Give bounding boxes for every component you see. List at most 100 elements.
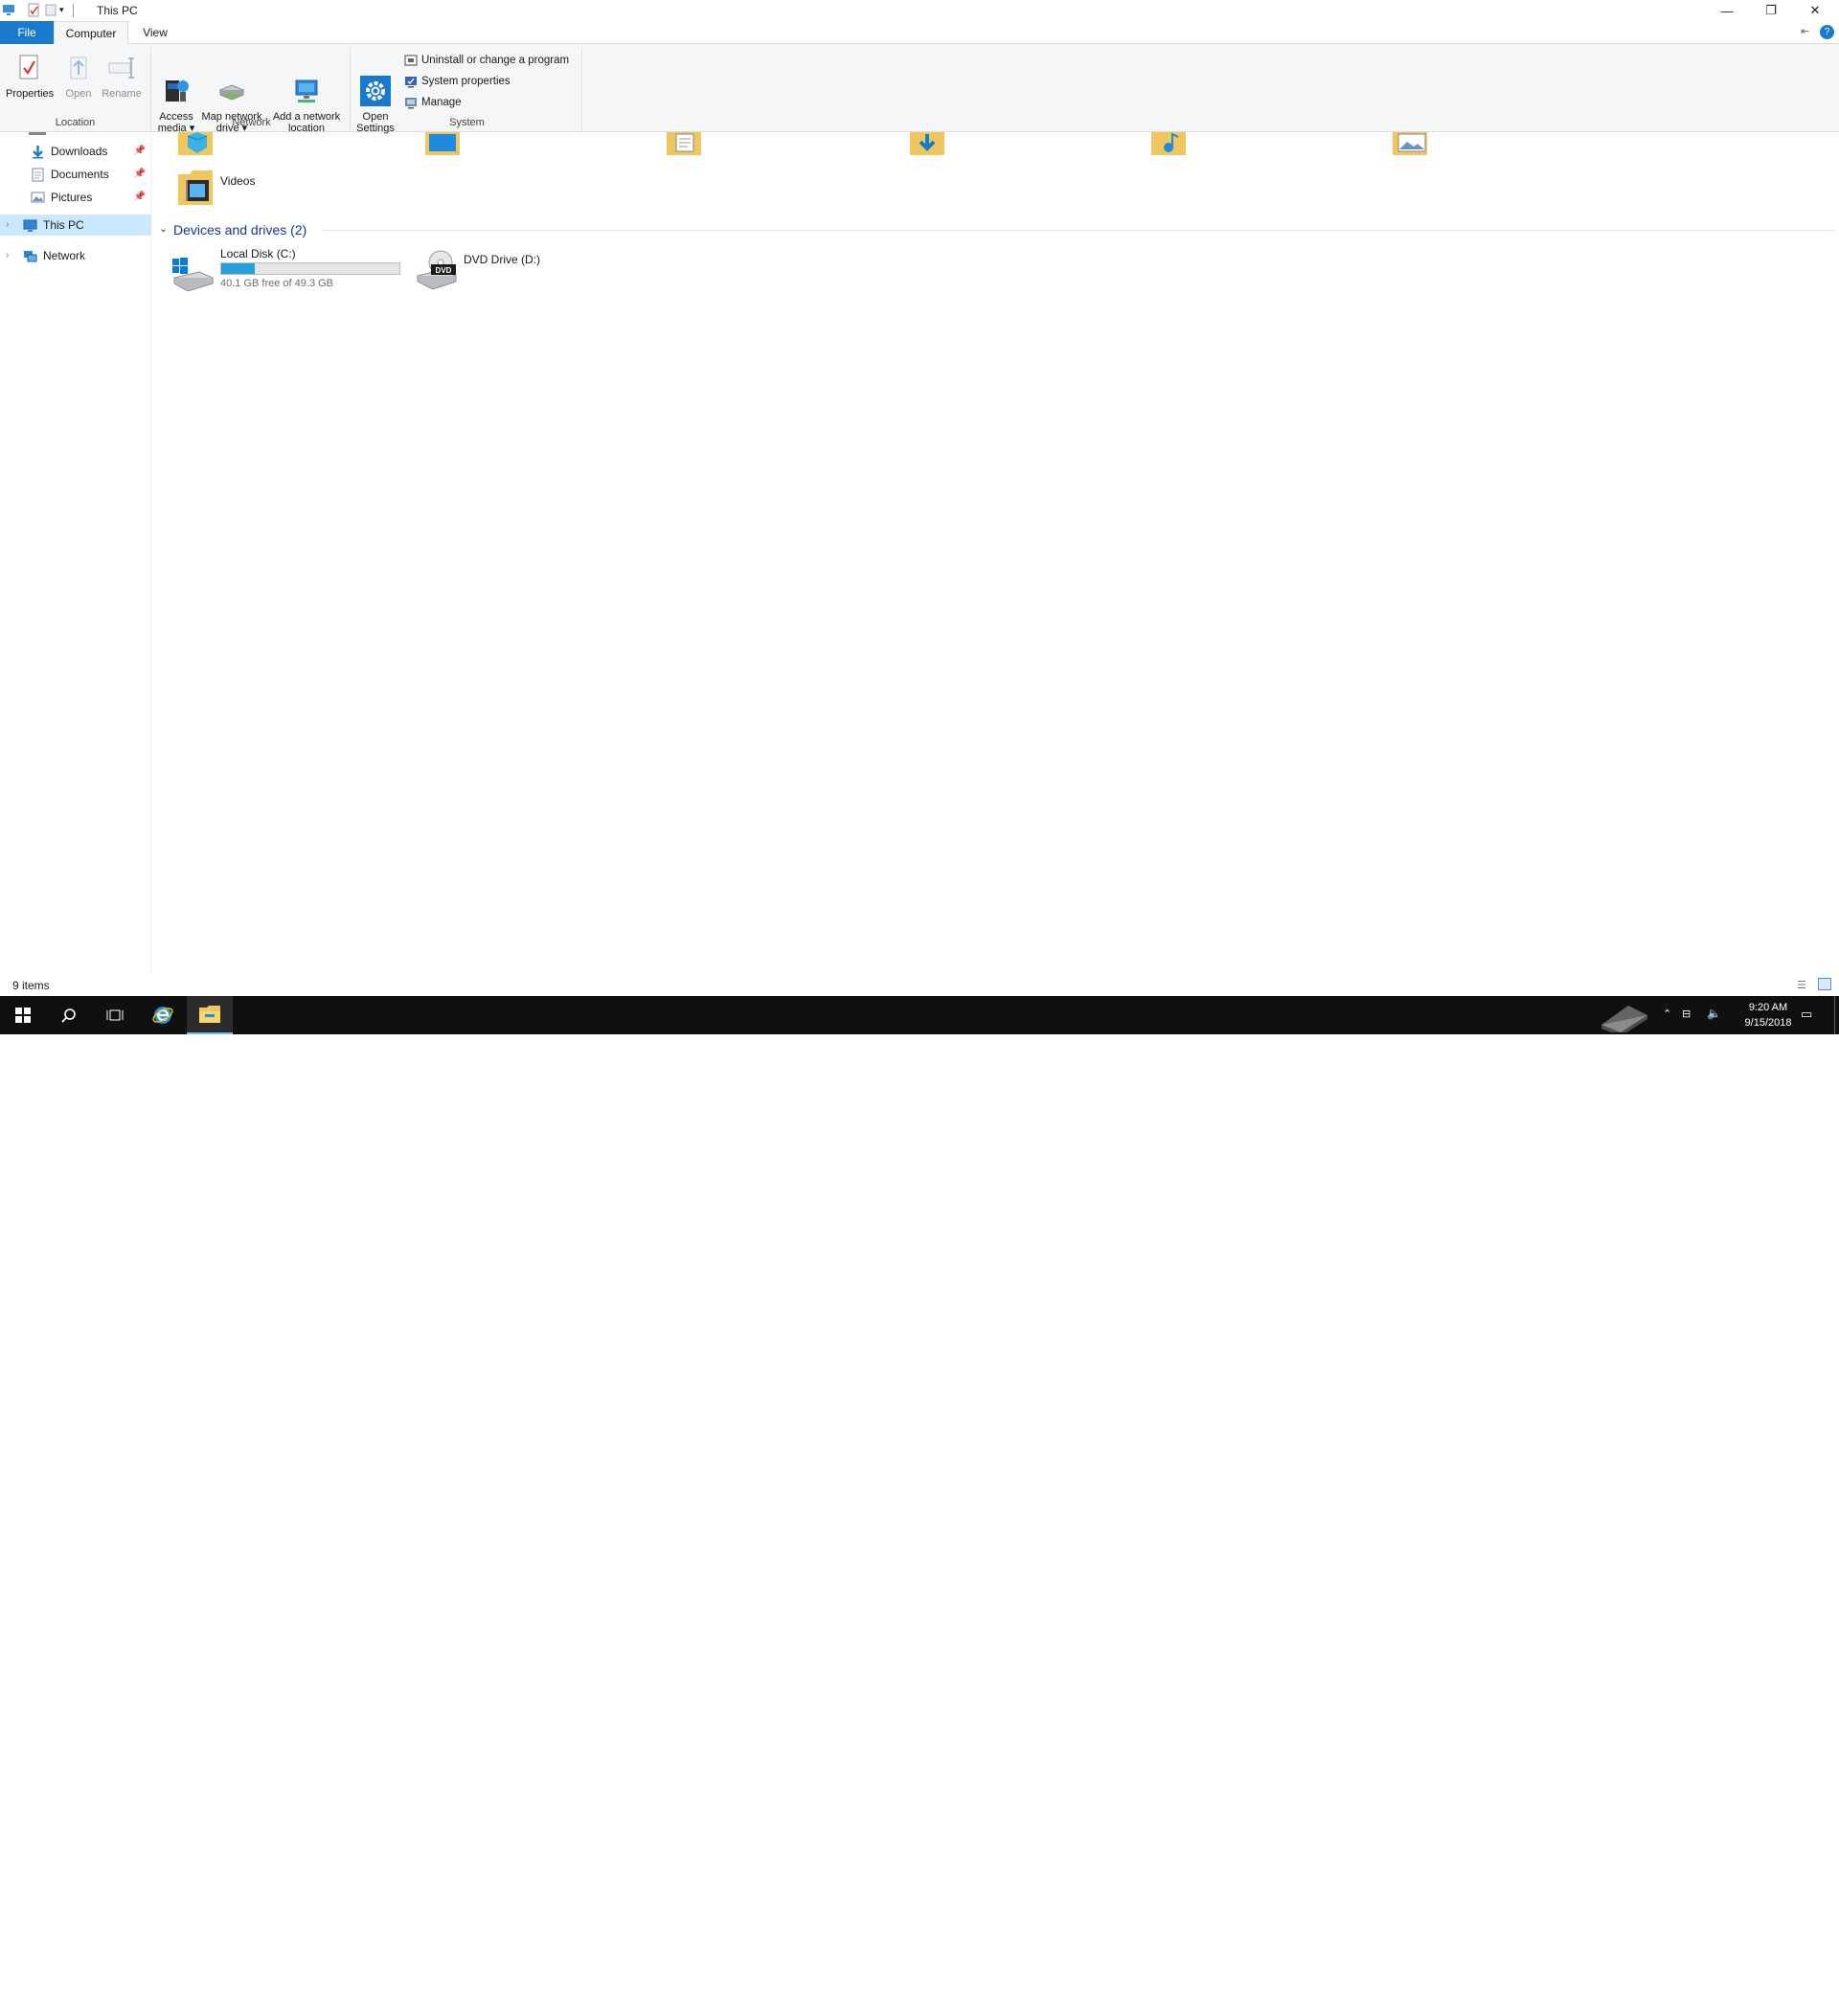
tab-file[interactable]: File	[0, 21, 54, 44]
dvd-drive-icon: DVD	[414, 249, 458, 290]
section-divider	[321, 230, 1834, 231]
minimize-button[interactable]: —	[1705, 0, 1749, 21]
taskbar: TheCollectionBook ⌃ ⊟ 🔈 9:20 AM 9/15/201…	[0, 996, 1839, 2016]
clock-date: 9/15/2018	[1744, 1017, 1792, 1029]
properties-label: Properties	[6, 88, 55, 100]
chevron-up-icon[interactable]: ⌃	[1663, 1008, 1671, 1020]
nav-item-documents[interactable]: Documents 📌	[0, 164, 151, 185]
uninstall-label: Uninstall or change a program	[421, 55, 570, 66]
system-properties-button[interactable]: System properties	[404, 73, 511, 90]
internet-explorer-icon[interactable]	[140, 996, 186, 1034]
pin-icon[interactable]: 📌	[134, 141, 146, 162]
location-group-label: Location	[55, 117, 96, 128]
content-pane: Videos ⌄ Devices and drives (2) Local Di…	[153, 132, 1839, 975]
pin-ribbon-icon[interactable]: ⇤	[1801, 25, 1809, 37]
window-title: This PC	[97, 4, 138, 17]
documents-icon	[31, 168, 45, 182]
file-explorer-taskbar-icon[interactable]	[187, 996, 233, 1034]
help-icon[interactable]: ?	[1820, 25, 1834, 39]
properties-button[interactable]: Properties	[6, 52, 55, 100]
pictures-icon	[31, 191, 45, 205]
network-drive-icon	[216, 63, 248, 101]
watermark-text: TheCollectionBook	[1657, 1997, 1813, 2016]
manage-label: Manage	[421, 97, 462, 108]
devices-section-label: Devices and drives (2)	[173, 222, 307, 238]
pin-icon[interactable]: 📌	[134, 187, 146, 208]
open-label: Open	[65, 88, 92, 100]
restore-button[interactable]: ❐	[1749, 0, 1793, 21]
pin-icon[interactable]: 📌	[134, 164, 146, 185]
properties-quick-icon[interactable]	[27, 3, 40, 17]
title-separator	[73, 4, 74, 17]
desktop-folder[interactable]	[423, 132, 462, 167]
large-icons-view-icon[interactable]	[1818, 978, 1831, 990]
properties-icon	[12, 52, 45, 84]
nav-item-downloads[interactable]: Downloads 📌	[0, 141, 151, 162]
network-location-icon	[290, 63, 323, 102]
taskbar-clock[interactable]: 9:20 AM 9/15/2018	[1737, 1000, 1799, 1031]
svg-text:DVD: DVD	[436, 266, 452, 275]
close-button[interactable]: ✕	[1793, 0, 1837, 21]
devices-section-header[interactable]: ⌄ Devices and drives (2)	[153, 220, 1834, 239]
tab-view[interactable]: View	[128, 21, 182, 44]
videos-folder-label: Videos	[220, 174, 256, 188]
notification-center-icon[interactable]: ▭	[1801, 1007, 1812, 1022]
volume-icon[interactable]: 🔈	[1707, 1007, 1721, 1020]
this-pc-icon	[23, 218, 37, 233]
new-folder-quick-icon[interactable]	[44, 3, 57, 17]
rename-icon	[105, 52, 138, 84]
drive-name: Local Disk (C:)	[220, 247, 296, 260]
ribbon: Properties Open Rename Location Access m…	[0, 44, 1839, 134]
network-group-label: Network	[232, 117, 271, 128]
videos-folder[interactable]	[176, 169, 215, 207]
nav-item-network[interactable]: › Network	[0, 245, 151, 266]
network-group: Access media ▾ Map network drive ▾ Add a…	[153, 48, 351, 134]
nav-item-pictures[interactable]: Pictures 📌	[0, 187, 151, 208]
access-media-icon	[160, 63, 193, 102]
download-arrow-icon	[31, 145, 45, 159]
pictures-folder[interactable]	[1391, 132, 1429, 167]
tab-computer[interactable]: Computer	[54, 21, 128, 44]
start-button[interactable]	[0, 996, 46, 1034]
chevron-down-icon[interactable]: ⌄	[159, 222, 168, 235]
drive-free-space: 40.1 GB free of 49.3 GB	[220, 278, 334, 289]
network-icon	[23, 249, 37, 263]
this-pc-icon	[2, 3, 15, 17]
location-group: Properties Open Rename Location	[0, 48, 151, 130]
downloads-folder[interactable]	[908, 132, 946, 167]
uninstall-program-button[interactable]: Uninstall or change a program	[404, 52, 569, 69]
open-button[interactable]: Open	[59, 52, 98, 100]
windows-drive-icon	[170, 253, 215, 292]
gear-icon	[359, 63, 392, 106]
show-desktop-button[interactable]	[1834, 996, 1835, 1034]
manage-icon	[404, 96, 418, 109]
music-folder[interactable]	[1149, 132, 1188, 167]
details-view-icon[interactable]: ☰	[1797, 979, 1806, 991]
nav-item-this-pc[interactable]: › This PC	[0, 215, 151, 236]
3d-objects-folder[interactable]	[176, 132, 215, 167]
nav-item-label: Downloads	[51, 145, 108, 158]
system-properties-icon	[404, 75, 418, 88]
ribbon-tabs: File Computer View ⇤ ?	[0, 21, 1839, 44]
drive-usage-bar	[220, 262, 400, 275]
title-bar: ▾ This PC — ❐ ✕	[0, 0, 1839, 21]
manage-button[interactable]: Manage	[404, 94, 462, 111]
chevron-right-icon[interactable]: ›	[6, 245, 9, 266]
book-logo-icon	[1598, 1000, 1651, 1036]
clock-time: 9:20 AM	[1748, 1002, 1788, 1013]
status-bar: 9 items ☰	[0, 975, 1839, 996]
item-count: 9 items	[12, 979, 50, 992]
uninstall-icon	[404, 54, 418, 67]
nav-item-label: This PC	[43, 218, 84, 232]
documents-folder[interactable]	[665, 132, 703, 167]
quick-access-dropdown-icon[interactable]: ▾	[59, 5, 73, 19]
task-view-icon[interactable]	[92, 996, 138, 1034]
rename-button[interactable]: Rename	[100, 52, 144, 100]
search-icon[interactable]	[46, 996, 92, 1034]
chevron-right-icon[interactable]: ›	[6, 215, 9, 236]
network-tray-icon[interactable]: ⊟	[1682, 1008, 1691, 1020]
open-icon	[62, 52, 95, 84]
nav-item-label: Network	[43, 249, 86, 262]
nav-item-label: Pictures	[51, 191, 93, 204]
system-properties-label: System properties	[421, 76, 511, 87]
